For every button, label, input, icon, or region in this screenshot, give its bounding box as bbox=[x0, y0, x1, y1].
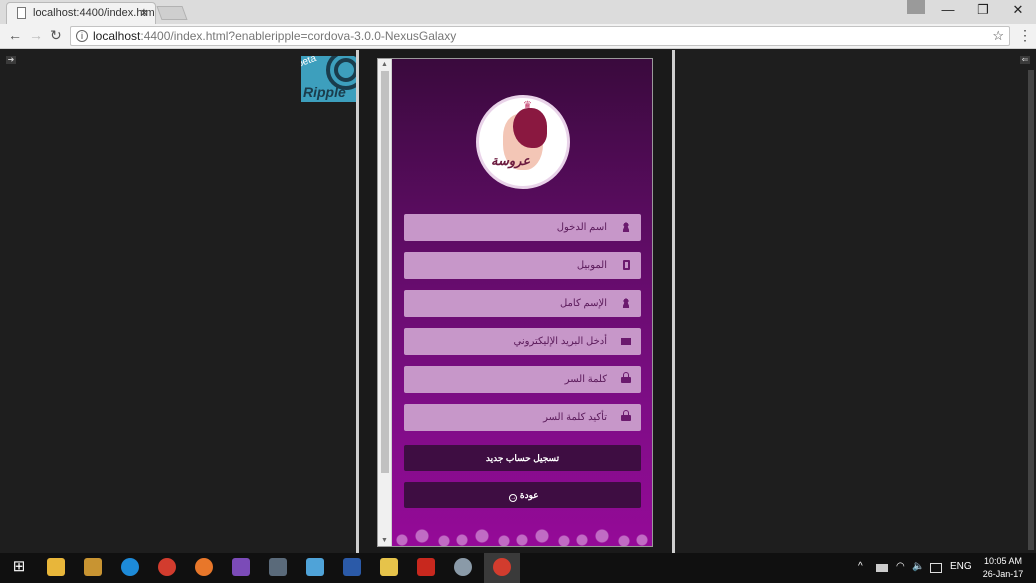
back-arrow-icon[interactable]: ← bbox=[8, 27, 22, 43]
mobile-icon bbox=[623, 260, 630, 270]
clock-date: 26-Jan-17 bbox=[982, 569, 1024, 579]
battery-icon[interactable] bbox=[876, 564, 888, 572]
info-icon[interactable]: i bbox=[76, 30, 88, 42]
phone-scrollbar[interactable]: ▲ ▼ bbox=[378, 59, 392, 546]
email-field[interactable]: أدخل البريد الإليكتروني bbox=[404, 328, 641, 355]
scroll-down-icon[interactable]: ▼ bbox=[381, 537, 388, 544]
phone-frame: ▲ ▼ ♛ عروسة اسم الدخول الموبيل الإسم كام… bbox=[377, 58, 653, 547]
register-button[interactable]: تسجيل حساب جديد bbox=[404, 445, 641, 471]
envelope-icon bbox=[621, 338, 631, 345]
tool-app-icon[interactable] bbox=[84, 558, 102, 576]
left-panel-toggle-icon[interactable]: ➜ bbox=[6, 56, 16, 64]
url-rest: :4400/index.html?enableripple=cordova-3.… bbox=[140, 29, 457, 43]
windows-start-icon[interactable]: ⊞ bbox=[10, 558, 28, 576]
scroll-thumb[interactable] bbox=[381, 71, 389, 473]
filezilla-icon[interactable] bbox=[417, 558, 435, 576]
wifi-icon[interactable]: ◠ bbox=[896, 561, 905, 572]
notes-app-icon[interactable] bbox=[306, 558, 324, 576]
ripple-swirl-inner bbox=[334, 58, 356, 82]
utility-app-icon[interactable] bbox=[454, 558, 472, 576]
tab-close-icon[interactable]: × bbox=[140, 5, 148, 20]
folder-app-icon[interactable] bbox=[380, 558, 398, 576]
clock-time: 10:05 AM bbox=[983, 556, 1023, 566]
taskbar-clock[interactable]: 10:05 AM 26-Jan-17 bbox=[980, 555, 1026, 581]
forward-arrow-icon[interactable]: → bbox=[29, 27, 43, 43]
file-explorer-icon[interactable] bbox=[47, 558, 65, 576]
confirm-password-placeholder: تأكيد كلمة السر bbox=[543, 412, 607, 423]
panel-divider-left bbox=[356, 50, 359, 553]
tools-app-icon[interactable] bbox=[269, 558, 287, 576]
beta-label: beta bbox=[301, 56, 318, 70]
new-tab-button[interactable] bbox=[156, 6, 188, 20]
mobile-placeholder: الموبيل bbox=[576, 260, 607, 271]
tray-expand-icon[interactable]: ^ bbox=[858, 561, 863, 572]
volume-icon[interactable]: 🔈 bbox=[912, 561, 924, 572]
emulator-viewport: ➜ ⇐ Ripple beta ▲ ▼ ♛ عروسة اسم الدخول ا… bbox=[0, 50, 1036, 553]
tab-title: localhost:4400/index.htm bbox=[33, 7, 155, 19]
scroll-up-icon[interactable]: ▲ bbox=[381, 61, 388, 68]
register-screen: ♛ عروسة اسم الدخول الموبيل الإسم كامل أد… bbox=[392, 59, 652, 546]
menu-dots-icon[interactable]: ⋮ bbox=[1018, 27, 1032, 44]
user-icon bbox=[621, 298, 631, 308]
logo-crown-icon: ♛ bbox=[523, 100, 532, 111]
lock-icon bbox=[621, 372, 631, 383]
bookmark-star-icon[interactable]: ☆ bbox=[992, 28, 1004, 44]
logo-hair bbox=[513, 108, 547, 148]
password-field[interactable]: كلمة السر bbox=[404, 366, 641, 393]
browser-toolbar: ← → ↻ i localhost:4400/index.html?enable… bbox=[0, 24, 1036, 49]
address-bar[interactable]: i localhost:4400/index.html?enableripple… bbox=[70, 26, 1010, 46]
fullname-field[interactable]: الإسم كامل bbox=[404, 290, 641, 317]
ripple-logo: Ripple beta bbox=[301, 56, 356, 102]
firefox-icon[interactable] bbox=[195, 558, 213, 576]
close-window-button[interactable]: ✕ bbox=[1000, 0, 1036, 20]
sign-in-icon: → bbox=[509, 494, 518, 502]
back-button-label: عودة bbox=[519, 490, 539, 500]
password-placeholder: كلمة السر bbox=[564, 374, 607, 385]
user-icon bbox=[621, 222, 631, 232]
username-field[interactable]: اسم الدخول bbox=[404, 214, 641, 241]
notification-icon[interactable] bbox=[930, 563, 942, 573]
fullname-placeholder: الإسم كامل bbox=[559, 298, 607, 309]
ripple-wordmark: Ripple bbox=[303, 84, 346, 100]
page-scrollbar[interactable] bbox=[1028, 70, 1034, 550]
url-host: localhost bbox=[93, 29, 141, 43]
word-icon[interactable] bbox=[343, 558, 361, 576]
lock-icon bbox=[621, 410, 631, 421]
page-icon bbox=[17, 7, 26, 19]
app-logo: ♛ عروسة bbox=[476, 95, 570, 189]
tab-strip: localhost:4400/index.htm × — ❐ ✕ bbox=[0, 0, 1036, 24]
mobile-field[interactable]: الموبيل bbox=[404, 252, 641, 279]
browser-tab[interactable]: localhost:4400/index.htm × bbox=[6, 2, 156, 24]
back-button[interactable]: عودة → bbox=[404, 482, 641, 508]
reload-icon[interactable]: ↻ bbox=[50, 27, 62, 44]
taskbar: ⊞ ^ ◠ 🔈 ENG 10:05 AM 26-Jan-17 bbox=[0, 553, 1036, 583]
visual-studio-icon[interactable] bbox=[232, 558, 250, 576]
profile-icon[interactable] bbox=[907, 0, 925, 14]
email-placeholder: أدخل البريد الإليكتروني bbox=[513, 336, 608, 347]
floral-ornament bbox=[392, 524, 652, 546]
username-placeholder: اسم الدخول bbox=[556, 222, 607, 233]
restore-button[interactable]: ❐ bbox=[965, 0, 1001, 20]
confirm-password-field[interactable]: تأكيد كلمة السر bbox=[404, 404, 641, 431]
logo-text: عروسة bbox=[491, 154, 531, 169]
edge-icon[interactable] bbox=[121, 558, 139, 576]
chrome-active-icon[interactable] bbox=[493, 558, 511, 576]
right-panel-toggle-icon[interactable]: ⇐ bbox=[1020, 56, 1030, 64]
chrome-icon[interactable] bbox=[158, 558, 176, 576]
panel-divider-right bbox=[672, 50, 675, 553]
language-indicator[interactable]: ENG bbox=[950, 561, 972, 572]
minimize-button[interactable]: — bbox=[930, 0, 966, 20]
